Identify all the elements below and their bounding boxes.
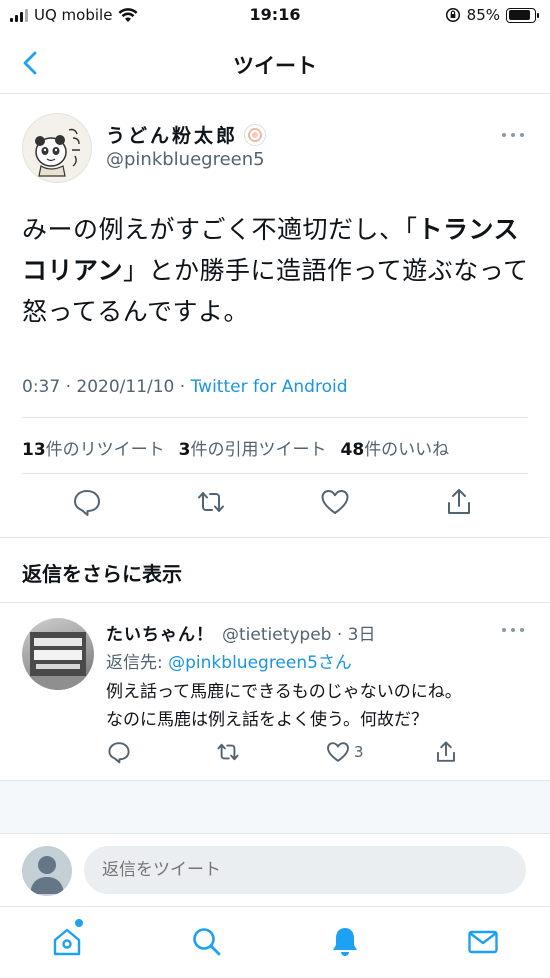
quotes-count: 3 — [178, 440, 191, 460]
reply-input[interactable] — [84, 846, 526, 894]
more-options-icon[interactable] — [502, 628, 524, 634]
reply-icon[interactable] — [107, 740, 131, 764]
panda-illustration — [35, 128, 80, 177]
tweet-actions — [0, 487, 550, 523]
reply-text: 例え話って馬鹿にできるものじゃないのにね。 なのに馬鹿は例え話をよく使う。何故だ… — [106, 678, 526, 734]
tab-bar — [0, 906, 550, 978]
battery-fill — [508, 10, 530, 20]
reply-header: たいちゃん！ @tietietypeb · 3日 — [106, 620, 376, 645]
retweets-count: 13 — [22, 440, 46, 460]
narutomaki-emoji-icon — [244, 123, 267, 146]
quotes-stat[interactable]: 3件の引用ツイート — [179, 435, 327, 460]
tweet-source-link[interactable]: Twitter for Android — [191, 377, 348, 397]
tweet-meta: 0:37 · 2020/11/10 · Twitter for Android — [22, 377, 347, 397]
share-icon[interactable] — [434, 740, 458, 764]
battery-percent: 85% — [466, 6, 500, 24]
messages-icon[interactable] — [466, 925, 500, 959]
like-icon[interactable] — [326, 740, 350, 764]
notifications-icon[interactable] — [328, 925, 362, 959]
likes-label: 件のいいね — [364, 440, 450, 460]
retweets-stat[interactable]: 13件のリツイート — [22, 435, 165, 460]
nav-bar: ツイート — [0, 34, 550, 94]
reply-text-line: なのに馬鹿は例え話をよく使う。何故だ？ — [106, 710, 428, 730]
tweet-stats: 13件のリツイート 3件の引用ツイート 48件のいいね — [22, 435, 449, 460]
reply-avatar[interactable] — [22, 618, 94, 690]
author-avatar[interactable] — [22, 113, 92, 183]
more-replies-heading[interactable]: 返信をさらに表示 — [22, 558, 182, 587]
quotes-label: 件の引用ツイート — [190, 440, 327, 460]
divider — [0, 537, 550, 538]
reply-to-prefix: 返信先: — [106, 653, 169, 673]
author-name-text: うどん粉太郎 — [106, 125, 239, 147]
tweet-timestamp: 0:37 · 2020/11/10 · — [22, 377, 191, 397]
reply-to-handle-link[interactable]: @pinkbluegreen5さん — [168, 653, 352, 673]
page-title: ツイート — [233, 54, 317, 78]
retweets-label: 件のリツイート — [45, 440, 165, 460]
status-right: 85% — [445, 6, 539, 24]
reply-like-count: 3 — [354, 743, 364, 761]
shirt-photo — [22, 632, 94, 690]
search-icon[interactable] — [190, 925, 224, 959]
divider — [22, 473, 528, 474]
more-options-icon[interactable] — [502, 133, 524, 139]
reply-author-name[interactable]: たいちゃん！ — [106, 620, 214, 645]
likes-count: 48 — [340, 440, 365, 460]
retweet-icon[interactable] — [196, 487, 226, 517]
compose-bar — [0, 834, 550, 904]
reply-to: 返信先: @pinkbluegreen5さん — [106, 648, 352, 673]
tweet-text-before: みーの例えがすごく不適切だし、「 — [22, 215, 418, 244]
home-icon[interactable] — [50, 925, 84, 959]
empty-feed-area — [0, 780, 550, 834]
reply-handle-time[interactable]: @tietietypeb · 3日 — [222, 620, 376, 645]
likes-stat[interactable]: 48件のいいね — [341, 435, 450, 460]
share-icon[interactable] — [444, 487, 474, 517]
status-bar: UQ mobile 19:16 85% — [0, 0, 550, 34]
retweet-icon[interactable] — [216, 740, 240, 764]
divider — [22, 417, 528, 418]
reply-actions: 3 — [0, 740, 550, 770]
tweet-text: みーの例えがすごく不適切だし、「トランスコリアン」とか勝手に造語作って遊ぶなって… — [22, 209, 532, 332]
like-icon[interactable] — [320, 487, 350, 517]
default-avatar-icon[interactable] — [22, 846, 72, 896]
orientation-lock-icon — [445, 7, 460, 23]
battery-icon — [506, 7, 539, 23]
author-name[interactable]: うどん粉太郎 — [106, 121, 267, 148]
reply-text-line: 例え話って馬鹿にできるものじゃないのにね。 — [106, 682, 462, 702]
reply-icon[interactable] — [72, 487, 102, 517]
author-handle[interactable]: @pinkbluegreen5 — [106, 149, 265, 170]
divider — [0, 602, 550, 603]
